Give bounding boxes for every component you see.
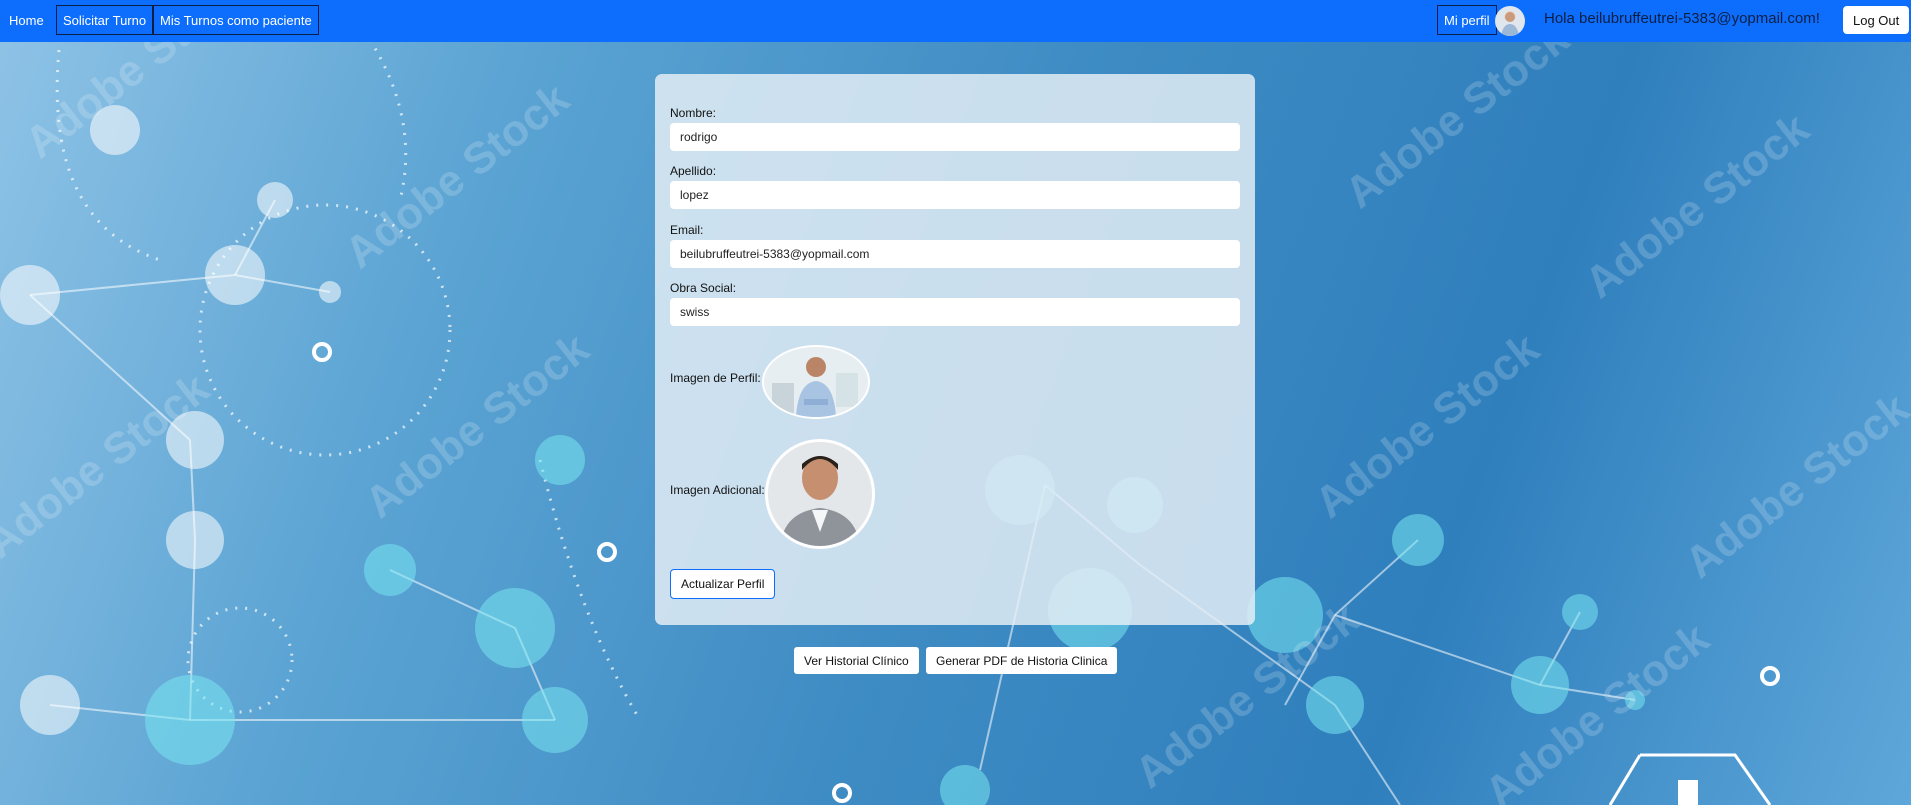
profile-form-card: Nombre: Apellido: Email: Obra Social: Im… [655,74,1255,625]
user-avatar-icon [1495,6,1525,36]
user-greeting: Hola beilubruffeutrei-5383@yopmail.com! [1544,10,1820,27]
obra-social-label: Obra Social: [670,281,737,295]
nombre-input[interactable] [670,123,1240,151]
svg-text:Adobe Stock: Adobe Stock [1676,383,1911,588]
update-profile-button[interactable]: Actualizar Perfil [670,569,776,599]
logout-button[interactable]: Log Out [1843,6,1910,34]
nav-mi-perfil-button[interactable]: Mi perfil [1437,5,1497,35]
nav-mis-turnos-button[interactable]: Mis Turnos como paciente [153,5,319,35]
apellido-label: Apellido: [670,164,717,178]
email-input[interactable] [670,240,1240,268]
apellido-input[interactable] [670,181,1240,209]
imagen-perfil-label: Imagen de Perfil: [670,371,761,385]
svg-text:Adobe Stock: Adobe Stock [1306,323,1548,528]
svg-text:Adobe Stock: Adobe Stock [336,73,578,278]
generate-pdf-button[interactable]: Generar PDF de Historia Clinica [926,647,1118,674]
svg-text:Adobe Stock: Adobe Stock [1336,13,1578,218]
svg-text:Adobe Stock: Adobe Stock [356,323,598,528]
svg-text:Adobe Stock: Adobe Stock [1476,613,1718,805]
additional-image [765,439,875,549]
svg-text:Adobe Stock: Adobe Stock [1576,103,1818,308]
profile-image [762,345,870,419]
view-clinical-history-button[interactable]: Ver Historial Clínico [794,647,919,674]
obra-social-input[interactable] [670,298,1240,326]
top-navbar: Home Solicitar Turno Mis Turnos como pac… [0,0,1911,42]
imagen-adicional-label: Imagen Adicional: [670,483,765,497]
nav-solicitar-turno-button[interactable]: Solicitar Turno [56,5,154,35]
email-label: Email: [670,223,704,237]
nav-home-link[interactable]: Home [3,6,50,36]
nombre-label: Nombre: [670,106,717,120]
